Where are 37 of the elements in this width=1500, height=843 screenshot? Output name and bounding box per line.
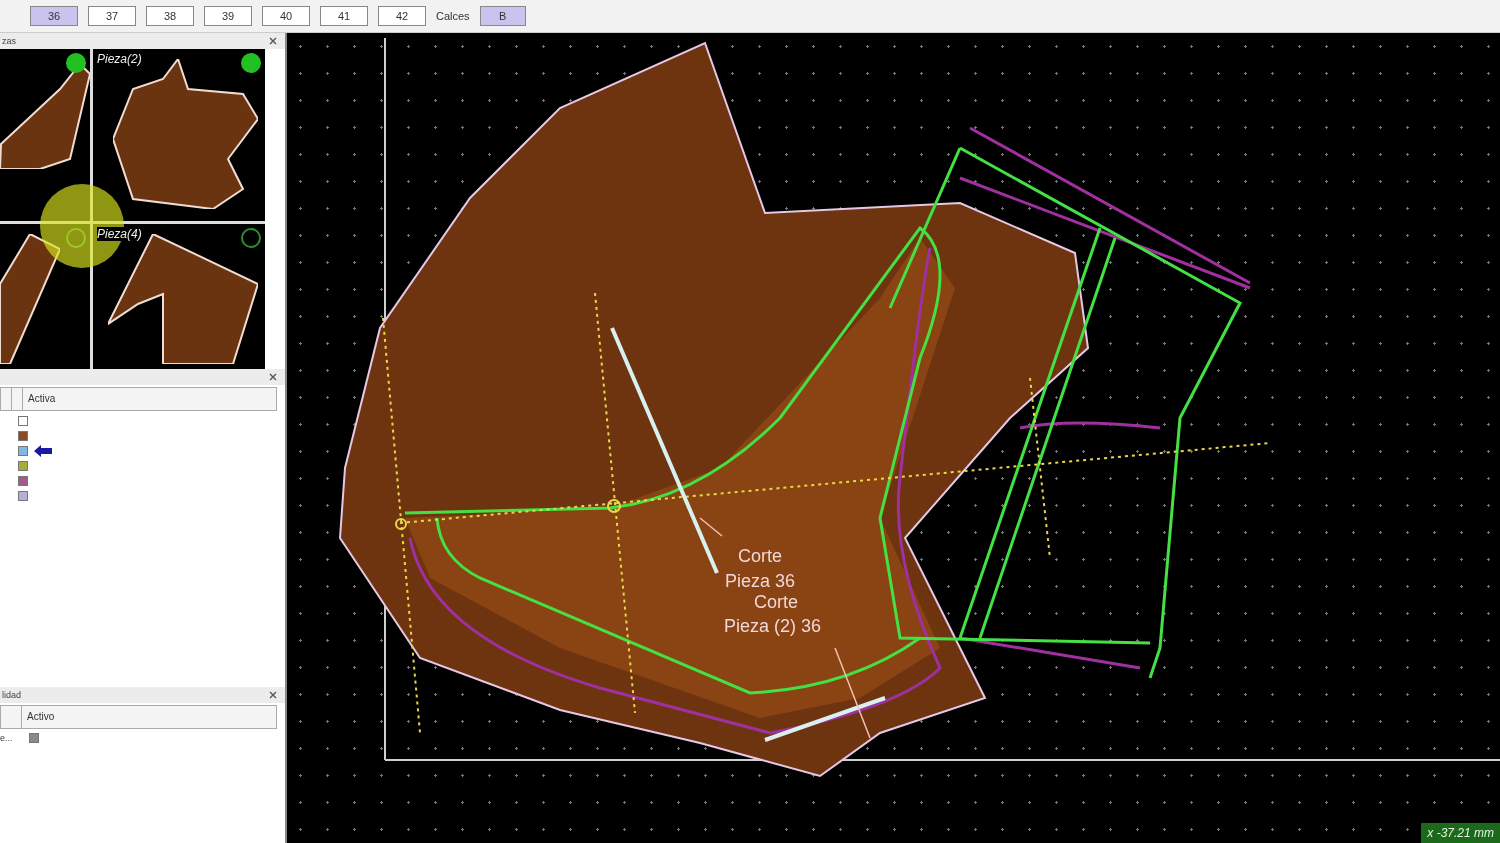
size-button[interactable]: 41 bbox=[320, 6, 368, 26]
close-icon[interactable] bbox=[269, 37, 277, 45]
piece-label: Corte bbox=[738, 546, 782, 567]
drawing-canvas[interactable]: Corte Pieza 36 Corte Pieza (2) 36 x -37.21 mm bbox=[287, 33, 1500, 843]
layer-swatch[interactable] bbox=[18, 416, 28, 426]
size-button[interactable]: 38 bbox=[146, 6, 194, 26]
calces-label: Calces bbox=[436, 10, 470, 22]
piece-thumbnail[interactable] bbox=[0, 49, 90, 221]
column-header[interactable]: Activo bbox=[22, 706, 60, 728]
piece-label: Pieza 36 bbox=[725, 571, 796, 592]
size-button[interactable]: 40 bbox=[262, 6, 310, 26]
layer-swatch[interactable] bbox=[18, 476, 28, 486]
coordinate-readout: x -37.21 mm bbox=[1421, 823, 1500, 843]
piece-label: Pieza(2) bbox=[97, 52, 142, 66]
calces-button[interactable]: B bbox=[479, 6, 526, 26]
panel-title: lidad bbox=[2, 690, 21, 700]
layer-swatch[interactable] bbox=[18, 431, 28, 441]
piece-label: Pieza(4) bbox=[97, 227, 142, 241]
size-button[interactable]: 36 bbox=[30, 6, 78, 26]
piece-thumbnail[interactable] bbox=[0, 224, 90, 369]
size-button[interactable]: 42 bbox=[378, 6, 426, 26]
size-button[interactable]: 39 bbox=[204, 6, 252, 26]
row-name: e... bbox=[0, 733, 13, 743]
close-icon[interactable] bbox=[269, 373, 277, 381]
quality-swatch[interactable] bbox=[28, 733, 39, 743]
panel-title: zas bbox=[2, 36, 16, 46]
column-header[interactable]: Activa bbox=[23, 388, 61, 410]
size-button[interactable]: 37 bbox=[88, 6, 136, 26]
piece-thumbnail[interactable]: Pieza(2) bbox=[93, 49, 265, 221]
layer-swatch[interactable] bbox=[18, 461, 28, 471]
pattern-piece-thumbnail-icon bbox=[0, 234, 60, 364]
layer-swatch[interactable] bbox=[18, 491, 28, 501]
piece-label: Corte bbox=[754, 592, 798, 613]
piece-thumbnail[interactable]: Pieza(4) bbox=[93, 224, 265, 369]
close-icon[interactable] bbox=[269, 691, 277, 699]
layer-swatch[interactable] bbox=[18, 446, 28, 456]
piece-label: Pieza (2) 36 bbox=[724, 616, 822, 637]
